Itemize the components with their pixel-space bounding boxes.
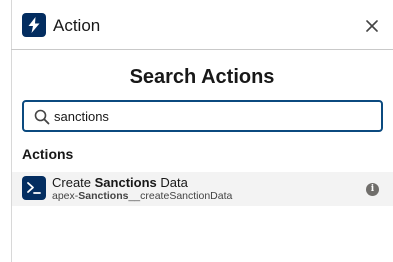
close-icon	[366, 20, 378, 32]
action-title-suffix: Data	[156, 175, 188, 190]
panel-title: Action	[53, 16, 101, 35]
close-button[interactable]	[363, 17, 381, 35]
actions-group-label: Actions	[22, 146, 74, 162]
action-api-match: Sanctions	[78, 190, 129, 202]
search-box[interactable]	[22, 100, 383, 132]
action-result-item[interactable]: Create Sanctions Data apex-Sanctions__cr…	[12, 172, 393, 206]
search-heading: Search Actions	[129, 66, 275, 88]
action-api-suffix: __createSanctionData	[128, 190, 233, 202]
action-title-match: Sanctions	[94, 175, 157, 190]
info-icon[interactable]: i	[366, 183, 379, 196]
action-api-name: apex-Sanctions__createSanctionData	[52, 190, 232, 203]
action-panel: Action Search Actions Actions Create San…	[0, 0, 393, 262]
action-title: Create Sanctions Data	[52, 175, 188, 191]
search-icon	[34, 109, 50, 125]
terminal-prompt-icon	[22, 176, 46, 200]
action-api-prefix: apex-	[52, 190, 79, 202]
search-input[interactable]	[54, 105, 374, 127]
action-title-prefix: Create	[52, 175, 95, 190]
lightning-bolt-icon	[22, 13, 46, 37]
panel-header: Action	[11, 0, 393, 50]
